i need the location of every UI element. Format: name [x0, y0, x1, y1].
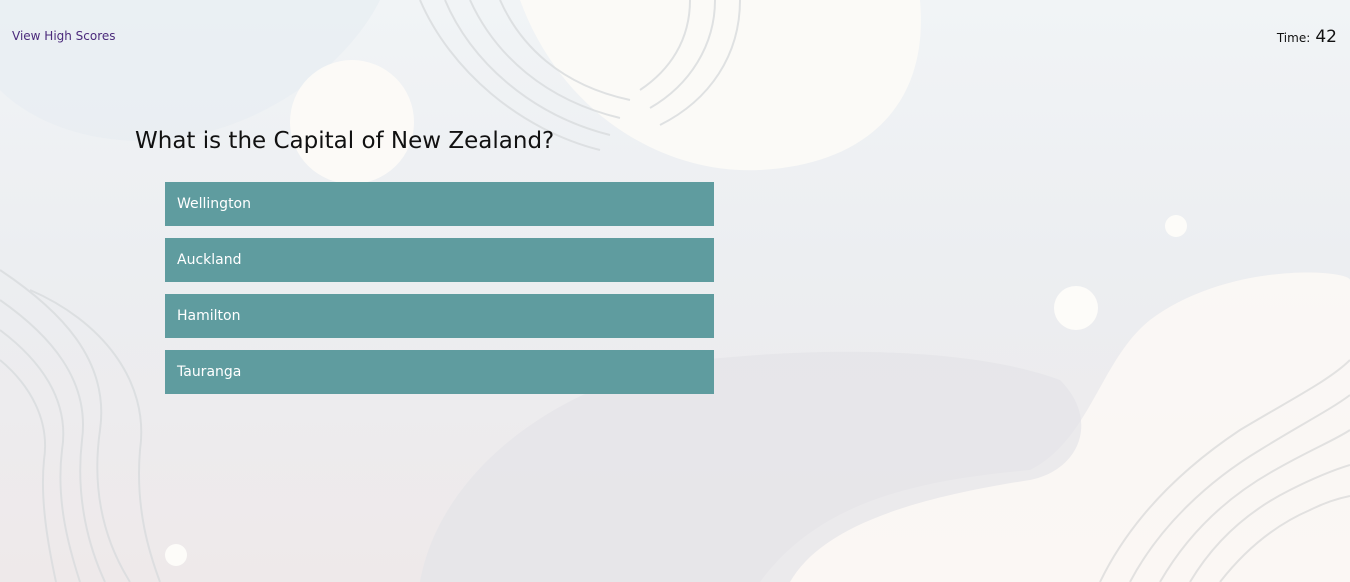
- timer-label: Time:: [1276, 31, 1311, 45]
- background-circle: [1165, 215, 1187, 237]
- background-circle: [290, 60, 414, 184]
- answer-button-hamilton[interactable]: Hamilton: [165, 294, 714, 338]
- background-circle: [165, 544, 187, 566]
- timer: Time: 42: [1277, 27, 1337, 47]
- question-text: What is the Capital of New Zealand?: [135, 128, 555, 154]
- background-circle: [1054, 286, 1098, 330]
- answer-button-tauranga[interactable]: Tauranga: [165, 350, 714, 394]
- answer-button-wellington[interactable]: Wellington: [165, 182, 714, 226]
- answer-button-auckland[interactable]: Auckland: [165, 238, 714, 282]
- answer-list: Wellington Auckland Hamilton Tauranga: [165, 182, 714, 406]
- view-high-scores-link[interactable]: View High Scores: [12, 29, 116, 43]
- timer-value: 42: [1315, 27, 1337, 47]
